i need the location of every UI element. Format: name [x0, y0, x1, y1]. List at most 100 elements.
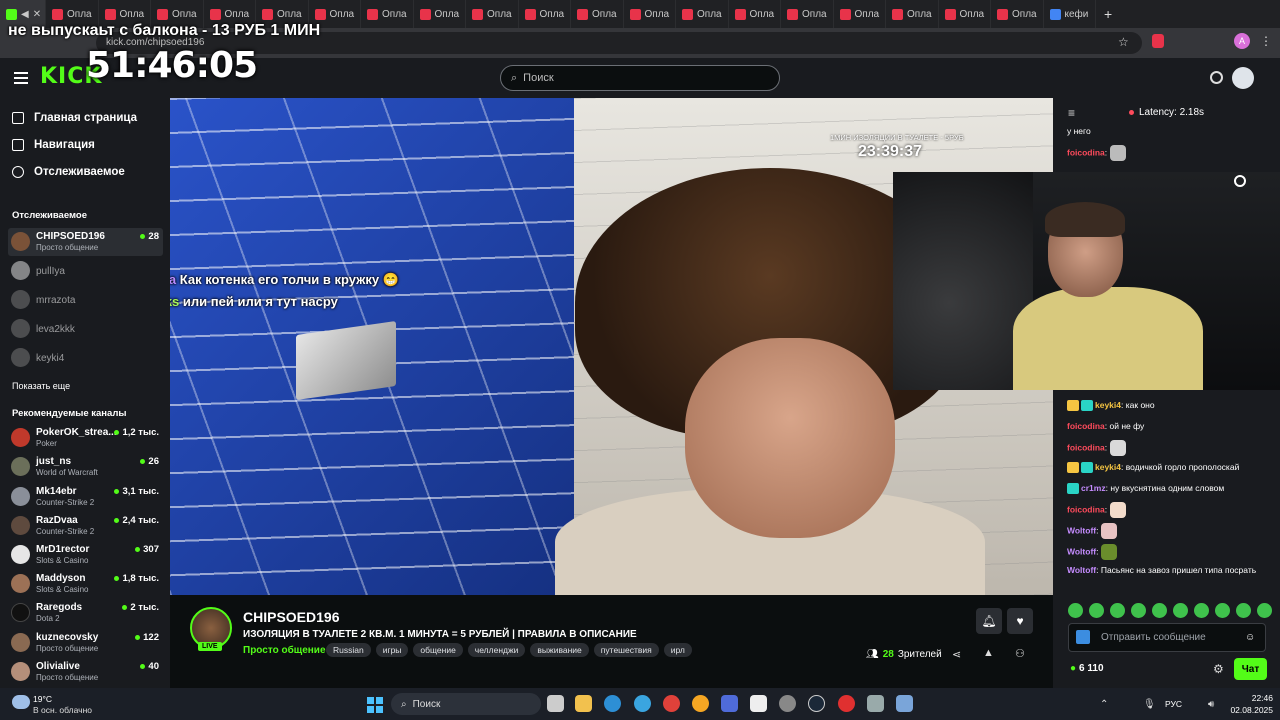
browser-menu-icon[interactable]: ⋮ — [1260, 34, 1272, 48]
tag[interactable]: общение — [413, 643, 463, 657]
channel-name[interactable]: CHIPSOED196 — [243, 609, 339, 625]
tag[interactable]: игры — [375, 643, 409, 657]
steam-icon[interactable] — [808, 695, 825, 712]
recommended-channel[interactable]: PokerOK_strea... Poker 1,2 тыс. — [8, 424, 163, 452]
followed-channel[interactable]: mrrazota — [8, 286, 163, 314]
clock-time[interactable]: 22:46 — [1243, 693, 1273, 703]
emote-button[interactable] — [1068, 603, 1083, 618]
browser-tab[interactable]: Опла — [624, 0, 676, 28]
emote-button[interactable] — [1173, 603, 1188, 618]
chat-settings-icon[interactable]: ⚙ — [1213, 662, 1224, 676]
chat-username[interactable]: keyki4 — [1095, 400, 1121, 410]
file-explorer-icon[interactable] — [575, 695, 592, 712]
recommended-channel[interactable]: Mk14ebr Counter-Strike 2 3,1 тыс. — [8, 483, 163, 511]
profile-avatar[interactable]: A — [1234, 33, 1250, 49]
volume-icon[interactable]: 🔊︎ — [1208, 699, 1214, 710]
browser-tab[interactable]: Опла — [991, 0, 1044, 28]
followed-channel[interactable]: CHIPSOED196 Просто общение 28 — [8, 228, 163, 256]
chat-username[interactable]: foicodina — [1067, 504, 1105, 514]
browser-tab[interactable]: Опла — [414, 0, 466, 28]
chat-username[interactable]: foicodina — [1067, 421, 1105, 431]
nav-following[interactable]: Отслеживаемое — [12, 166, 125, 178]
notify-bell-button[interactable]: 🔔︎ — [976, 608, 1002, 634]
chat-username[interactable]: foicodina — [1067, 147, 1105, 157]
followed-channel[interactable]: leva2kkk — [8, 315, 163, 343]
emote-button[interactable] — [1215, 603, 1230, 618]
app-icon[interactable] — [750, 695, 767, 712]
channel-points[interactable]: 6 110 — [1070, 663, 1103, 674]
menu-icon[interactable] — [14, 72, 28, 84]
browser-tab[interactable]: Опла — [361, 0, 414, 28]
emote-button[interactable] — [1152, 603, 1167, 618]
browser-tab[interactable]: Опла — [466, 0, 519, 28]
input-language[interactable]: РУС — [1165, 699, 1182, 709]
yandex-icon[interactable] — [838, 695, 855, 712]
chat-username[interactable]: foicodina — [1067, 442, 1105, 452]
notifications-icon[interactable] — [1210, 71, 1223, 84]
emote-button[interactable] — [1089, 603, 1104, 618]
browser-tab[interactable]: Опла — [519, 0, 571, 28]
share-icon[interactable]: ⋖ — [952, 648, 961, 661]
followed-channel[interactable]: keyki4 — [8, 344, 163, 372]
recommended-channel[interactable]: kuznecovsky Просто общение 122 — [8, 629, 163, 657]
recommended-channel[interactable]: MrD1rector Slots & Casino 307 — [8, 541, 163, 569]
search-input[interactable]: ⌕ Поиск — [500, 65, 780, 91]
close-icon[interactable] — [1234, 175, 1246, 187]
nav-home[interactable]: Главная страница — [12, 112, 137, 124]
emote-button[interactable] — [1236, 603, 1251, 618]
calculator-icon[interactable] — [896, 695, 913, 712]
chat-username[interactable]: Woltoff — [1067, 525, 1096, 535]
browser-tab[interactable]: Опла — [834, 0, 886, 28]
emoji-picker-icon[interactable]: ☺ — [1245, 632, 1255, 643]
emote-button[interactable] — [1131, 603, 1146, 618]
browser-tab[interactable]: Опла — [939, 0, 991, 28]
app-icon[interactable] — [779, 695, 796, 712]
chat-username[interactable]: Woltoff — [1067, 546, 1096, 556]
chrome-icon[interactable] — [663, 695, 680, 712]
chat-collapse-icon[interactable]: ≡ — [1068, 106, 1075, 120]
extension-icon[interactable] — [1152, 34, 1164, 48]
report-icon[interactable]: ▲ — [983, 647, 994, 659]
recommended-channel[interactable]: Raregods Dota 2 2 тыс. — [8, 599, 163, 627]
tag[interactable]: путешествия — [593, 643, 659, 657]
edge-icon[interactable] — [604, 695, 621, 712]
browser-tab[interactable]: Опла — [729, 0, 781, 28]
tray-chevron-icon[interactable]: ⌃ — [1100, 699, 1108, 710]
recommended-channel[interactable]: RazDvaa Counter-Strike 2 2,4 тыс. — [8, 512, 163, 540]
followed-channel[interactable]: pullIya — [8, 257, 163, 285]
chat-username[interactable]: Woltoff — [1067, 565, 1096, 575]
emote-button[interactable] — [1194, 603, 1209, 618]
tag[interactable]: выживание — [530, 643, 589, 657]
app-icon[interactable] — [721, 695, 738, 712]
tag[interactable]: ирл — [663, 643, 692, 657]
emote-button[interactable] — [1257, 603, 1272, 618]
taskbar-search[interactable]: ⌕ Поиск — [391, 693, 541, 715]
bookmark-star-icon[interactable]: ☆ — [1118, 35, 1129, 49]
browser-tab[interactable]: Опла — [886, 0, 939, 28]
emote-button[interactable] — [1110, 603, 1125, 618]
add-user-icon[interactable]: ⚇ — [1015, 647, 1025, 660]
microphone-icon[interactable]: 🎙︎ — [1143, 699, 1156, 710]
chat-username[interactable]: keyki4 — [1095, 462, 1121, 472]
app-icon[interactable] — [692, 695, 709, 712]
chat-username[interactable]: cr1mz — [1081, 483, 1106, 493]
browser-tab[interactable]: Опла — [571, 0, 624, 28]
tag[interactable]: Russian — [326, 643, 371, 657]
stream-category[interactable]: Просто общение — [243, 645, 326, 656]
tag[interactable]: челленджи — [467, 643, 526, 657]
clock-date[interactable]: 02.08.2025 — [1229, 705, 1273, 715]
recommended-channel[interactable]: just_ns World of Warcraft 26 — [8, 453, 163, 481]
browser-tab[interactable]: Опла — [676, 0, 729, 28]
settings-icon[interactable] — [867, 695, 884, 712]
chat-send-button[interactable]: Чат — [1234, 658, 1267, 680]
telegram-icon[interactable] — [634, 695, 651, 712]
task-view-icon[interactable] — [547, 695, 564, 712]
windows-start-icon[interactable] — [367, 697, 383, 713]
browser-tab[interactable]: кефи — [1044, 0, 1096, 28]
recommended-channel[interactable]: Maddyson Slots & Casino 1,8 тыс. — [8, 570, 163, 598]
follow-heart-button[interactable]: ♥ — [1007, 608, 1033, 634]
new-tab-button[interactable]: + — [1096, 6, 1112, 22]
recommended-channel[interactable]: Olivialive Просто общение 40 — [8, 658, 163, 686]
show-more-link[interactable]: Показать еще — [12, 381, 70, 391]
user-avatar[interactable] — [1232, 67, 1254, 89]
